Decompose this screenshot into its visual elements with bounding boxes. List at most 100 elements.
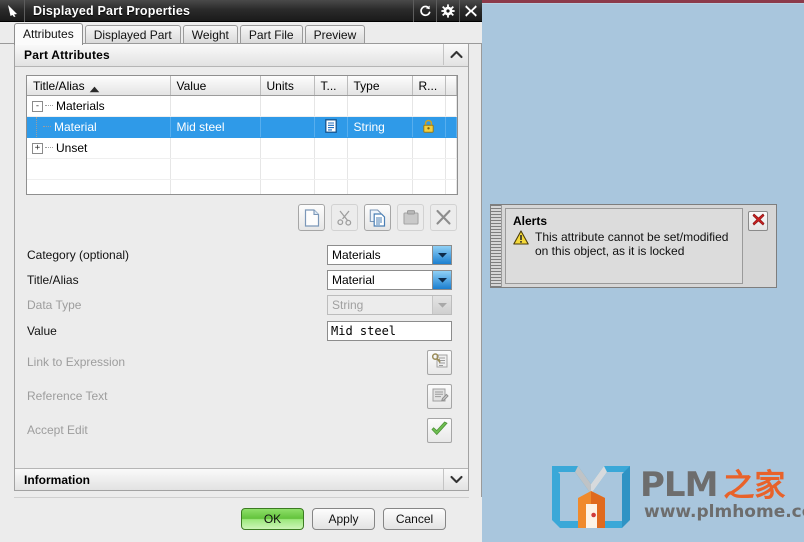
cell-empty[interactable] <box>260 179 315 194</box>
tab-preview[interactable]: Preview <box>304 25 366 45</box>
reset-button[interactable] <box>413 0 436 22</box>
watermark-url: www.plmhome.com <box>644 502 804 522</box>
cell-units[interactable] <box>260 95 315 117</box>
chevron-up-icon[interactable] <box>443 44 468 65</box>
accept-edit-button[interactable] <box>427 417 452 443</box>
pointer-arrow-icon <box>0 0 25 22</box>
chevron-down-icon[interactable] <box>432 245 451 264</box>
tree-collapse-toggle[interactable]: - <box>32 100 43 112</box>
column-header-title-alias[interactable]: Title/Alias <box>27 76 171 96</box>
cell-units[interactable] <box>260 116 315 138</box>
drag-handle[interactable] <box>491 205 502 287</box>
tab-attributes[interactable]: Attributes <box>14 23 83 45</box>
category-value: Materials <box>332 247 381 262</box>
delete-button[interactable] <box>430 204 457 231</box>
information-section-header[interactable]: Information <box>15 468 468 490</box>
cell-empty[interactable] <box>347 179 413 194</box>
tab-weight[interactable]: Weight <box>182 25 238 45</box>
tree-expand-toggle[interactable]: + <box>32 142 43 154</box>
table-row[interactable]: - Materials <box>27 95 457 117</box>
cell-empty[interactable] <box>170 179 261 194</box>
title-alias-dropdown[interactable]: Material <box>327 269 452 290</box>
titlebar-buttons <box>413 0 482 22</box>
cell-empty[interactable] <box>27 179 171 194</box>
cell-value[interactable] <box>170 137 261 159</box>
cell-empty[interactable] <box>445 158 457 180</box>
data-type-value: String <box>332 297 364 312</box>
new-attribute-button[interactable] <box>298 204 325 231</box>
alerts-close-button[interactable] <box>748 211 768 231</box>
reference-text-button[interactable] <box>427 383 452 409</box>
cell-empty[interactable] <box>445 179 457 194</box>
footer-divider <box>14 497 469 498</box>
copy-button[interactable] <box>364 204 391 231</box>
value-input[interactable]: Mid steel <box>327 321 452 341</box>
cell-units[interactable] <box>260 137 315 159</box>
cell-empty[interactable] <box>314 179 348 194</box>
close-button[interactable] <box>459 0 482 22</box>
category-label: Category (optional) <box>27 247 130 262</box>
cell-empty[interactable] <box>412 179 446 194</box>
cell-empty[interactable] <box>412 158 446 180</box>
cell-title-alias[interactable]: Material <box>27 116 171 138</box>
group-label: Materials <box>56 99 105 113</box>
dialog-title: Displayed Part Properties <box>33 3 191 18</box>
column-header-r[interactable]: R... <box>412 76 446 96</box>
cell-r[interactable] <box>412 116 446 138</box>
link-to-expression-button[interactable] <box>427 349 452 375</box>
attribute-name-label: Material <box>54 120 97 134</box>
cell-empty[interactable] <box>314 158 348 180</box>
cell-value[interactable] <box>170 95 261 117</box>
cell-t[interactable] <box>314 95 348 117</box>
column-header-extra[interactable] <box>445 76 457 96</box>
cell-extra[interactable] <box>445 137 457 159</box>
cell-empty[interactable] <box>347 158 413 180</box>
paste-button[interactable] <box>397 204 424 231</box>
table-row[interactable]: Material Mid steel String <box>27 116 457 138</box>
column-header-t[interactable]: T... <box>314 76 348 96</box>
cell-value[interactable]: Mid steel <box>170 116 261 138</box>
alerts-title: Alerts <box>513 214 548 228</box>
table-row[interactable] <box>27 158 457 180</box>
attribute-toolbar <box>298 204 457 231</box>
cell-t[interactable] <box>314 116 348 138</box>
tab-part-file[interactable]: Part File <box>239 25 303 45</box>
table-header-row: Title/Alias Value Units T... Type R... <box>27 76 457 96</box>
cell-r[interactable] <box>412 137 446 159</box>
plm-watermark: PLM 之家 www.plmhome.com <box>548 458 804 534</box>
ok-button[interactable]: OK <box>241 508 304 530</box>
table-row[interactable]: + Unset <box>27 137 457 159</box>
form-row-accept-edit: Accept Edit <box>26 413 458 447</box>
cell-title-alias[interactable]: - Materials <box>27 95 171 117</box>
cell-title-alias[interactable]: + Unset <box>27 137 171 159</box>
apply-button[interactable]: Apply <box>312 508 375 530</box>
category-dropdown[interactable]: Materials <box>327 244 452 265</box>
cell-t[interactable] <box>314 137 348 159</box>
red-x-icon <box>752 213 765 229</box>
column-header-type[interactable]: Type <box>347 76 413 96</box>
dialog-footer: OK Apply Cancel <box>0 497 482 542</box>
cell-empty[interactable] <box>260 158 315 180</box>
chevron-down-icon[interactable] <box>443 469 468 490</box>
cell-type[interactable] <box>347 95 413 117</box>
settings-button[interactable] <box>436 0 459 22</box>
cell-r[interactable] <box>412 95 446 117</box>
column-header-value[interactable]: Value <box>170 76 261 96</box>
part-attributes-table[interactable]: Title/Alias Value Units T... Type R... -… <box>26 75 458 195</box>
chevron-down-icon[interactable] <box>432 270 451 289</box>
cell-empty[interactable] <box>170 158 261 180</box>
dialog-titlebar[interactable]: Displayed Part Properties <box>0 0 482 22</box>
cell-empty[interactable] <box>27 158 171 180</box>
cut-button[interactable] <box>331 204 358 231</box>
form-row-title-alias: Title/Alias Material <box>26 267 458 292</box>
cancel-button[interactable]: Cancel <box>383 508 446 530</box>
column-header-units[interactable]: Units <box>260 76 315 96</box>
cell-extra[interactable] <box>445 95 457 117</box>
cell-type[interactable]: String <box>347 116 413 138</box>
table-row[interactable] <box>27 179 457 194</box>
tab-displayed-part[interactable]: Displayed Part <box>84 25 181 45</box>
cell-type[interactable] <box>347 137 413 159</box>
cell-extra[interactable] <box>445 116 457 138</box>
form-row-reference-text: Reference Text <box>26 379 458 413</box>
watermark-brand-cn: 之家 <box>723 468 786 504</box>
